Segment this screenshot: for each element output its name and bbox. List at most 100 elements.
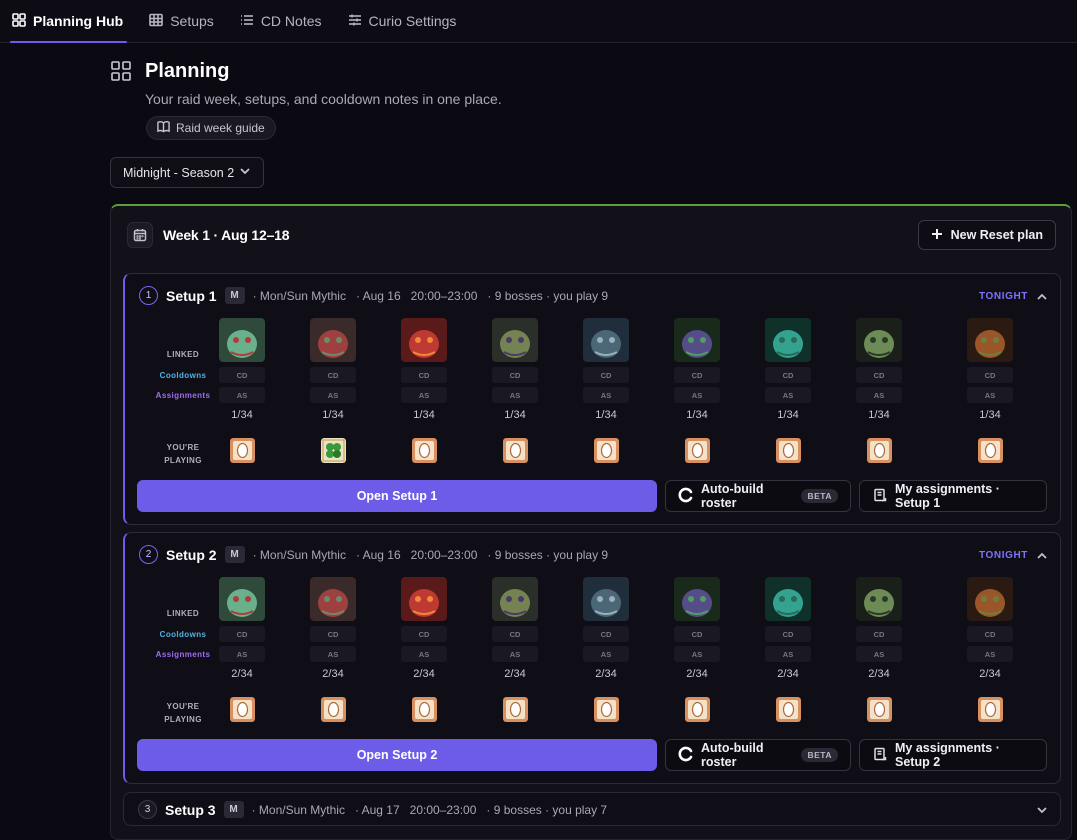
open-setup-button[interactable]: Open Setup 1: [137, 480, 657, 512]
auto-build-roster-button[interactable]: Auto-build roster BETA: [665, 480, 851, 512]
youre-playing-label: YOU'RE PLAYING: [153, 700, 213, 726]
as-chip[interactable]: AS: [219, 387, 265, 403]
as-chip[interactable]: AS: [583, 387, 629, 403]
my-assignments-button[interactable]: My assignments · Setup 1: [859, 480, 1047, 512]
cd-chip[interactable]: CD: [219, 367, 265, 383]
setup-meta: · Mon/Sun Mythic · Aug 17 20:00–23:00 · …: [251, 802, 608, 817]
cd-chip[interactable]: CD: [674, 626, 720, 642]
boss-column[interactable]: CD AS 2/34: [492, 577, 538, 722]
boss-portrait-icon[interactable]: [492, 577, 538, 621]
chevron-up-icon[interactable]: [1036, 290, 1048, 302]
boss-column[interactable]: CD AS 2/34: [310, 577, 356, 722]
season-select[interactable]: Midnight - Season 2: [110, 157, 264, 188]
boss-column[interactable]: CD AS 2/34: [765, 577, 811, 722]
assignments-label: Assignments: [155, 391, 211, 400]
spec-icon: [401, 697, 447, 722]
cd-chip[interactable]: CD: [401, 626, 447, 642]
cd-chip[interactable]: CD: [492, 626, 538, 642]
cd-chip[interactable]: CD: [492, 367, 538, 383]
boss-portrait-icon[interactable]: [310, 318, 356, 362]
chevron-up-icon[interactable]: [1036, 549, 1048, 561]
boss-portrait-icon[interactable]: [967, 577, 1013, 621]
tab-curio-settings[interactable]: Curio Settings: [336, 0, 471, 43]
cd-chip[interactable]: CD: [765, 367, 811, 383]
as-chip[interactable]: AS: [674, 646, 720, 662]
as-chip[interactable]: AS: [401, 387, 447, 403]
refresh-icon: [678, 487, 694, 506]
tab-planning-hub[interactable]: Planning Hub: [0, 0, 137, 43]
as-chip[interactable]: AS: [967, 646, 1013, 662]
boss-column[interactable]: CD AS 2/34: [967, 577, 1013, 722]
spec-icon: [219, 438, 265, 463]
new-reset-plan-button[interactable]: New Reset plan: [917, 220, 1056, 250]
tonight-badge: TONIGHT: [978, 550, 1028, 561]
boss-portrait-icon[interactable]: [967, 318, 1013, 362]
sliders-icon: [348, 13, 362, 30]
boss-portrait-icon[interactable]: [401, 318, 447, 362]
boss-column[interactable]: CD AS 2/34: [219, 577, 265, 722]
as-chip[interactable]: AS: [401, 646, 447, 662]
as-chip[interactable]: AS: [856, 646, 902, 662]
boss-portrait-icon[interactable]: [856, 577, 902, 621]
cd-chip[interactable]: CD: [674, 367, 720, 383]
boss-portrait-icon[interactable]: [765, 318, 811, 362]
boss-column[interactable]: CD AS 1/34: [310, 318, 356, 463]
raid-week-guide-link[interactable]: Raid week guide: [146, 116, 276, 140]
boss-portrait-icon[interactable]: [674, 577, 720, 621]
my-assignments-button[interactable]: My assignments · Setup 2: [859, 739, 1047, 771]
tab-label: Planning Hub: [33, 13, 124, 29]
boss-portrait-icon[interactable]: [583, 318, 629, 362]
cd-chip[interactable]: CD: [856, 367, 902, 383]
open-setup-button[interactable]: Open Setup 2: [137, 739, 657, 771]
setup-card-collapsed[interactable]: 3 Setup 3 M · Mon/Sun Mythic · Aug 17 20…: [123, 792, 1061, 826]
boss-column[interactable]: CD AS 1/34: [856, 318, 902, 463]
boss-column[interactable]: CD AS 2/34: [674, 577, 720, 722]
boss-portrait-icon[interactable]: [219, 577, 265, 621]
cd-chip[interactable]: CD: [967, 626, 1013, 642]
boss-column[interactable]: CD AS 1/34: [401, 318, 447, 463]
auto-build-roster-button[interactable]: Auto-build roster BETA: [665, 739, 851, 771]
as-chip[interactable]: AS: [765, 387, 811, 403]
youre-playing-label: YOU'RE PLAYING: [153, 441, 213, 467]
book-icon: [157, 120, 170, 136]
as-chip[interactable]: AS: [583, 646, 629, 662]
as-chip[interactable]: AS: [856, 387, 902, 403]
boss-column[interactable]: CD AS 1/34: [674, 318, 720, 463]
as-chip[interactable]: AS: [674, 387, 720, 403]
boss-column[interactable]: CD AS 1/34: [219, 318, 265, 463]
boss-portrait-icon[interactable]: [765, 577, 811, 621]
as-chip[interactable]: AS: [310, 387, 356, 403]
boss-column[interactable]: CD AS 2/34: [401, 577, 447, 722]
tab-setups[interactable]: Setups: [137, 0, 228, 43]
as-chip[interactable]: AS: [492, 646, 538, 662]
tab-cd-notes[interactable]: CD Notes: [228, 0, 336, 43]
cd-chip[interactable]: CD: [967, 367, 1013, 383]
chevron-down-icon[interactable]: [1036, 803, 1048, 815]
cd-chip[interactable]: CD: [401, 367, 447, 383]
as-chip[interactable]: AS: [310, 646, 356, 662]
cd-chip[interactable]: CD: [219, 626, 265, 642]
cd-chip[interactable]: CD: [583, 626, 629, 642]
as-chip[interactable]: AS: [765, 646, 811, 662]
boss-column[interactable]: CD AS 1/34: [492, 318, 538, 463]
boss-portrait-icon[interactable]: [674, 318, 720, 362]
boss-portrait-icon[interactable]: [401, 577, 447, 621]
as-chip[interactable]: AS: [967, 387, 1013, 403]
boss-portrait-icon[interactable]: [310, 577, 356, 621]
cd-chip[interactable]: CD: [856, 626, 902, 642]
boss-column[interactable]: CD AS 1/34: [583, 318, 629, 463]
cd-chip[interactable]: CD: [310, 626, 356, 642]
boss-portrait-icon[interactable]: [856, 318, 902, 362]
boss-column[interactable]: CD AS 2/34: [583, 577, 629, 722]
cd-chip[interactable]: CD: [765, 626, 811, 642]
boss-portrait-icon[interactable]: [492, 318, 538, 362]
cd-chip[interactable]: CD: [310, 367, 356, 383]
boss-column[interactable]: CD AS 2/34: [856, 577, 902, 722]
boss-column[interactable]: CD AS 1/34: [765, 318, 811, 463]
boss-portrait-icon[interactable]: [219, 318, 265, 362]
boss-column[interactable]: CD AS 1/34: [967, 318, 1013, 463]
boss-portrait-icon[interactable]: [583, 577, 629, 621]
cd-chip[interactable]: CD: [583, 367, 629, 383]
as-chip[interactable]: AS: [219, 646, 265, 662]
as-chip[interactable]: AS: [492, 387, 538, 403]
